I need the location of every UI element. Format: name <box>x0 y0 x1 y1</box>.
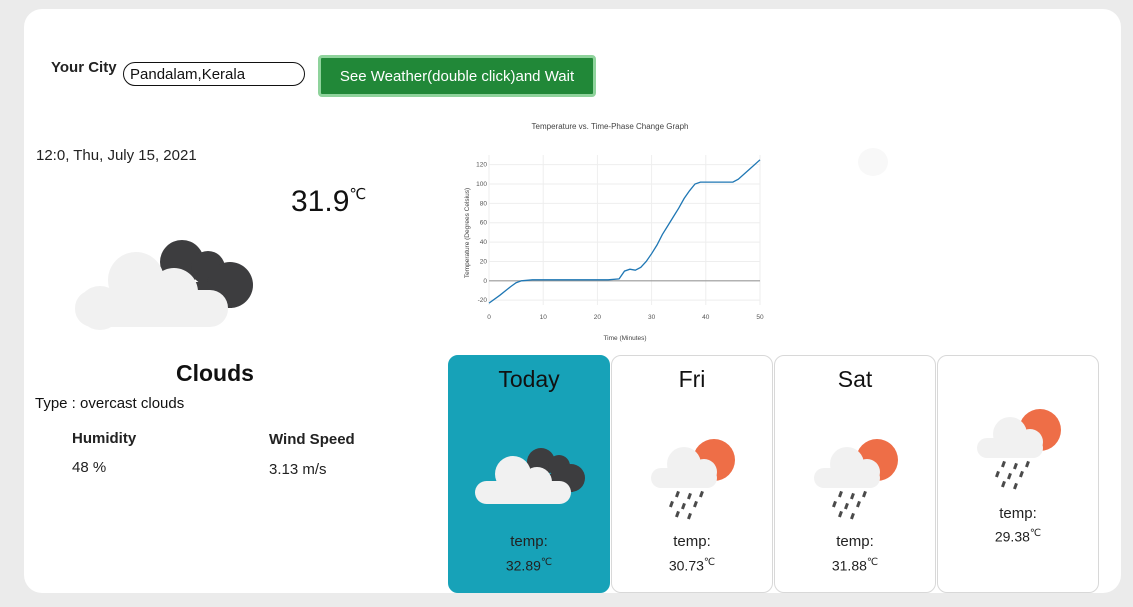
forecast-temp-unit: ℃ <box>866 557 879 568</box>
rain-sun-icon <box>648 438 740 527</box>
humidity-value: 48 % <box>72 459 107 476</box>
chart-x-tick-label: 0 <box>487 314 491 321</box>
chart-x-tick-label: 20 <box>594 314 602 321</box>
chart-y-axis-label: Temperature (Degrees Celsius) <box>464 188 471 278</box>
temperature-unit: ℃ <box>349 186 367 203</box>
city-label: Your City <box>51 59 117 76</box>
chart-y-tick-label: 40 <box>480 239 488 246</box>
chart-y-tick-label: 20 <box>480 258 488 265</box>
chart-x-tick-label: 30 <box>648 314 656 321</box>
forecast-card-fri: Fri temp: 30.73℃ <box>611 355 773 593</box>
chart-grid <box>488 155 761 305</box>
forecast-temp-value: 32.89℃ <box>449 557 609 574</box>
forecast-temp-label: temp: <box>836 533 874 550</box>
condition-title: Clouds <box>176 360 254 386</box>
forecast-temp-unit: ℃ <box>1029 528 1042 539</box>
wind-speed-label: Wind Speed <box>269 431 355 448</box>
current-temperature: 31.9℃ <box>291 185 366 219</box>
forecast-temp-number: 29.38 <box>994 528 1030 545</box>
chart-y-tick-label: 120 <box>476 162 487 169</box>
see-weather-button[interactable]: See Weather(double click)and Wait <box>318 55 596 97</box>
city-input[interactable] <box>123 62 305 86</box>
rain-sun-icon <box>811 438 903 527</box>
chart-y-tick-label: 60 <box>480 220 488 227</box>
forecast-temp-label: temp: <box>510 533 548 550</box>
chart-ticks: 0 10 20 30 40 50 -20 0 20 40 60 80 100 120 <box>476 162 764 321</box>
forecast-temp-number: 31.88 <box>831 557 867 574</box>
forecast-temp-label: temp: <box>999 505 1037 522</box>
chart-y-tick-label: 80 <box>480 200 488 207</box>
wind-speed-value: 3.13 m/s <box>269 461 327 478</box>
forecast-day: Fri <box>678 366 706 392</box>
current-datetime: 12:0, Thu, July 15, 2021 <box>36 147 197 164</box>
broken-clouds-icon <box>473 444 589 513</box>
forecast-temp-value: 30.73℃ <box>612 557 772 574</box>
forecast-day: Sat <box>837 366 873 392</box>
chart-x-axis-label: Time (Minutes) <box>603 335 646 342</box>
forecast-temp-unit: ℃ <box>540 557 553 568</box>
forecast-temp-number: 32.89 <box>505 557 541 574</box>
chart-y-tick-label: -20 <box>478 297 488 304</box>
forecast-card-today: Today temp: 32.89℃ <box>448 355 610 593</box>
forecast-card-sat: Sat temp: 31.88℃ <box>774 355 936 593</box>
chart-y-tick-label: 100 <box>476 181 487 188</box>
forecast-temp-unit: ℃ <box>703 557 716 568</box>
broken-clouds-icon <box>70 232 260 337</box>
forecast-temp-value: 31.88℃ <box>775 557 935 574</box>
forecast-temp-label: temp: <box>673 533 711 550</box>
forecast-card-sun: temp: 29.38℃ <box>937 355 1099 593</box>
chart-series <box>488 159 761 304</box>
forecast-temp-number: 30.73 <box>668 557 704 574</box>
chart-series-line <box>488 159 761 304</box>
humidity-label: Humidity <box>72 430 137 447</box>
forecast-temp-value: 29.38℃ <box>938 528 1098 545</box>
condition-type: Type : overcast clouds <box>35 395 185 412</box>
chart-y-tick-label: 0 <box>483 278 487 285</box>
chart-title: Temperature vs. Time-Phase Change Graph <box>532 122 689 131</box>
phase-change-chart: Temperature vs. Time-Phase Change Graph … <box>464 122 764 342</box>
temperature-value: 31.9 <box>291 185 350 218</box>
chart-x-tick-label: 50 <box>756 314 764 321</box>
placeholder-graphic <box>858 148 888 176</box>
chart-x-tick-label: 40 <box>702 314 710 321</box>
forecast-day: Today <box>498 366 560 392</box>
chart-x-tick-label: 10 <box>540 314 548 321</box>
rain-sun-icon <box>974 408 1066 497</box>
